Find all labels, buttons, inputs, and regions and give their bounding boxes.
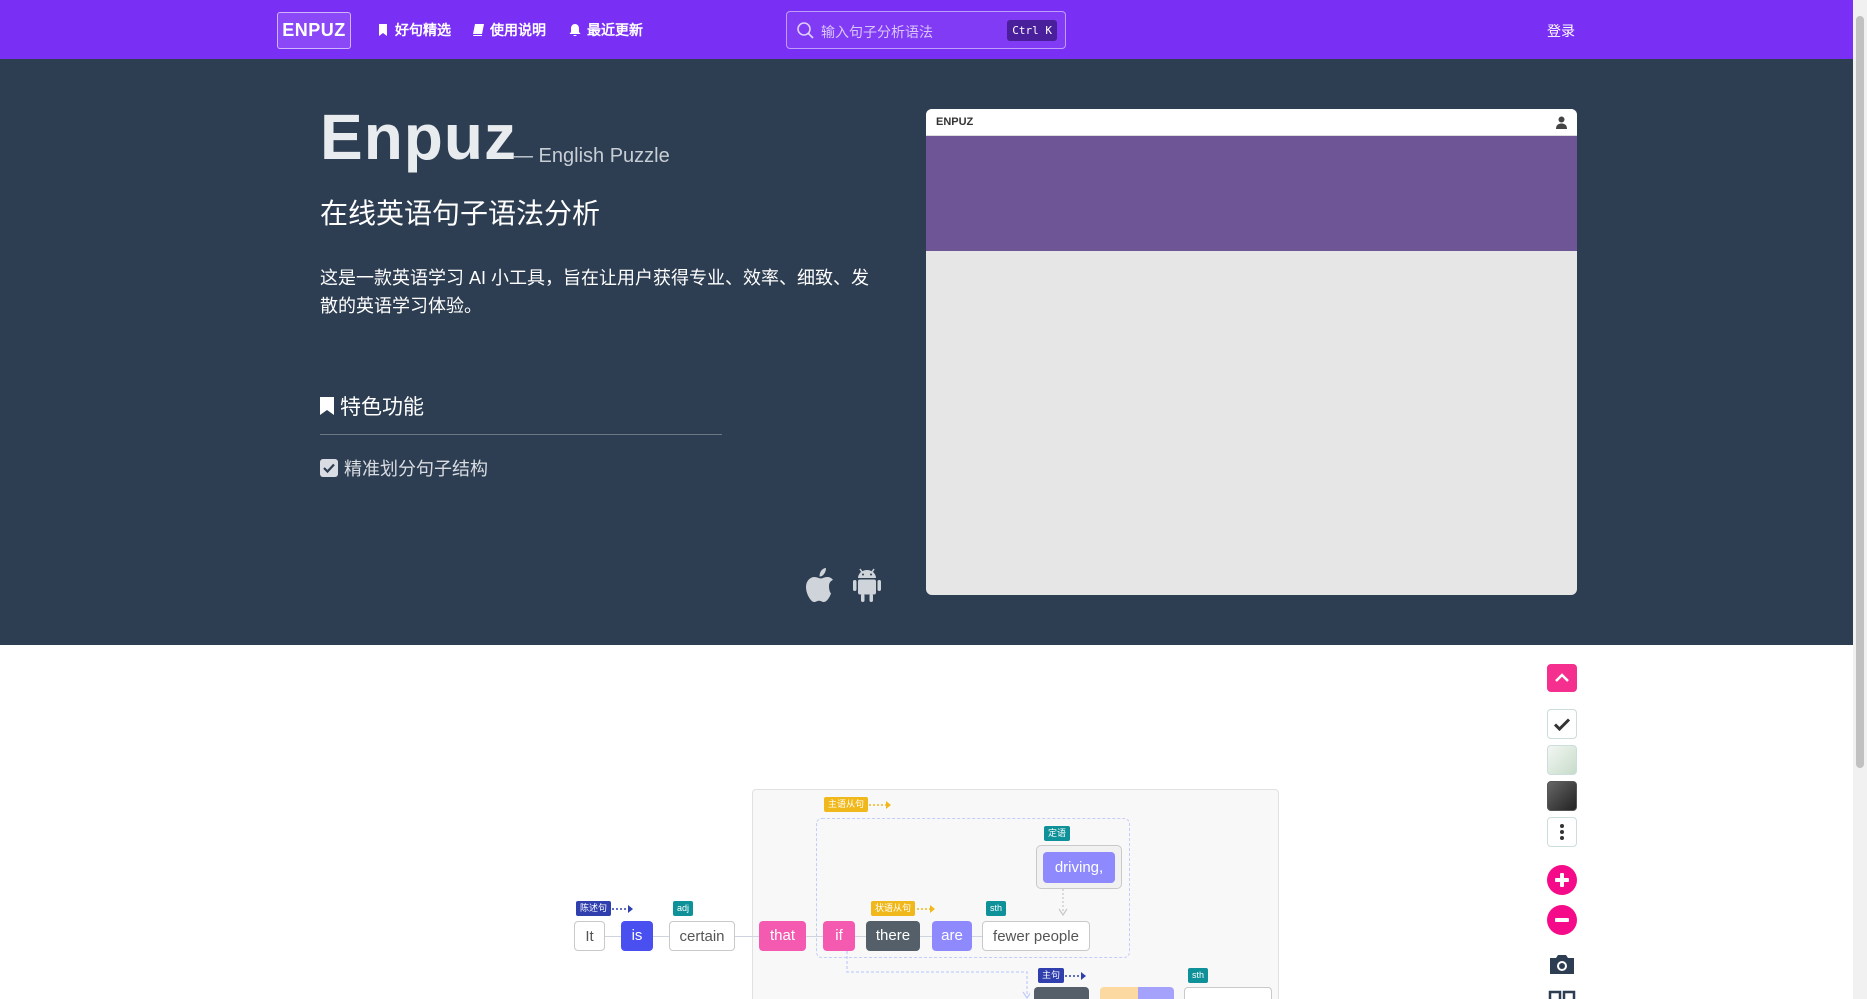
light-theme-button[interactable] bbox=[1547, 745, 1577, 775]
dotted-arrow-icon bbox=[913, 905, 935, 913]
scrollbar-thumb[interactable] bbox=[1856, 16, 1864, 768]
check-icon bbox=[1553, 718, 1571, 732]
word-node-partial bbox=[1184, 987, 1272, 999]
word-driving[interactable]: driving, bbox=[1043, 852, 1115, 883]
search-icon bbox=[797, 22, 814, 39]
preview-titlebar: ENPUZ bbox=[926, 109, 1577, 136]
preview-title: ENPUZ bbox=[936, 116, 974, 128]
word-it[interactable]: It bbox=[574, 921, 605, 951]
check-mode-button[interactable] bbox=[1547, 709, 1577, 739]
connector-line bbox=[605, 936, 621, 937]
checkbox-checked-icon bbox=[320, 459, 338, 477]
search-placeholder: 输入句子分析语法 bbox=[821, 24, 933, 40]
minus-icon bbox=[1555, 918, 1569, 922]
screenshot-button[interactable] bbox=[1547, 951, 1577, 979]
tag-attributive: 定语 bbox=[1044, 826, 1071, 841]
features-heading: 特色功能 bbox=[320, 391, 424, 421]
dark-theme-button[interactable] bbox=[1547, 781, 1577, 811]
word-there[interactable]: there bbox=[866, 921, 920, 951]
tag-sth: sth bbox=[986, 901, 1007, 916]
connector-line bbox=[735, 936, 759, 937]
zoom-out-button[interactable] bbox=[1547, 905, 1577, 935]
user-icon bbox=[1556, 116, 1567, 129]
nav-link-featured-sentences[interactable]: 好句精选 bbox=[377, 20, 451, 40]
feature-item-label: 精准划分句子结构 bbox=[344, 459, 488, 479]
qrcode-icon bbox=[1548, 990, 1576, 999]
connector-line bbox=[920, 936, 932, 937]
nav-link-instructions[interactable]: 使用说明 bbox=[472, 20, 546, 40]
word-node-partial bbox=[1138, 987, 1174, 999]
word-if[interactable]: if bbox=[823, 921, 855, 951]
dotted-arrow-icon bbox=[1065, 972, 1086, 980]
bell-icon bbox=[569, 24, 581, 36]
nav-link-label: 最近更新 bbox=[587, 22, 643, 38]
preview-banner bbox=[926, 136, 1577, 251]
tag-sth: sth bbox=[1188, 968, 1209, 983]
nav-link-label: 好句精选 bbox=[395, 22, 451, 38]
dashed-link-icon bbox=[1058, 889, 1068, 917]
tag-main-clause: 主句 bbox=[1038, 968, 1065, 983]
connector-line bbox=[653, 936, 669, 937]
book-icon bbox=[473, 24, 484, 36]
dashed-link-icon bbox=[846, 951, 1030, 999]
divider bbox=[320, 434, 722, 435]
word-node-partial bbox=[1034, 987, 1089, 999]
bookmark-icon bbox=[379, 24, 387, 36]
scroll-to-top-button[interactable] bbox=[1547, 664, 1577, 692]
chevron-up-icon bbox=[1555, 673, 1569, 682]
connector-line bbox=[855, 936, 866, 937]
word-is[interactable]: is bbox=[621, 921, 653, 951]
dotted-arrow-icon bbox=[869, 801, 891, 809]
plus-icon bbox=[1555, 873, 1569, 887]
apple-icon[interactable] bbox=[802, 566, 836, 604]
word-certain[interactable]: certain bbox=[669, 921, 735, 951]
nav-link-label: 使用说明 bbox=[490, 22, 546, 38]
android-icon[interactable] bbox=[850, 566, 884, 604]
feature-item: 精准划分句子结构 bbox=[320, 455, 488, 481]
camera-icon bbox=[1550, 955, 1574, 974]
tag-adj: adj bbox=[673, 901, 694, 916]
brand-subtitle: — English Puzzle bbox=[513, 145, 670, 167]
search-box[interactable]: 输入句子分析语法 Ctrl K bbox=[786, 11, 1066, 49]
nav-link-updates[interactable]: 最近更新 bbox=[569, 20, 643, 40]
tag-adverbial-clause: 状语从句 bbox=[871, 901, 916, 916]
brand-title: Enpuz bbox=[320, 101, 517, 173]
login-link[interactable]: 登录 bbox=[1547, 21, 1575, 41]
hero-description: 这是一款英语学习 AI 小工具，旨在让用户获得专业、效率、细致、发散的英语学习体… bbox=[320, 268, 870, 316]
qrcode-button[interactable] bbox=[1547, 990, 1577, 999]
dotted-arrow-icon bbox=[612, 905, 633, 913]
connector-line bbox=[806, 936, 823, 937]
word-node-partial bbox=[1100, 987, 1140, 999]
more-vertical-icon bbox=[1560, 824, 1564, 840]
features-heading-label: 特色功能 bbox=[340, 396, 424, 419]
tag-subject-clause: 主语从句 bbox=[824, 797, 869, 812]
word-fewer-people[interactable]: fewer people bbox=[982, 921, 1090, 951]
bookmark-icon bbox=[320, 397, 334, 415]
tag-declarative: 陈述句 bbox=[576, 901, 612, 916]
search-shortcut-badge: Ctrl K bbox=[1007, 20, 1057, 41]
page-scrollbar[interactable] bbox=[1853, 0, 1867, 999]
zoom-in-button[interactable] bbox=[1547, 865, 1577, 895]
top-navbar: ENPUZ 好句精选 使用说明 最近更新 输入句子分析语法 Ctrl K 登录 bbox=[0, 0, 1853, 59]
word-that[interactable]: that bbox=[759, 921, 806, 951]
more-options-button[interactable] bbox=[1547, 817, 1577, 847]
app-preview-window: ENPUZ bbox=[926, 109, 1577, 595]
page-subtitle: 在线英语句子语法分析 bbox=[320, 198, 601, 229]
word-are[interactable]: are bbox=[932, 921, 972, 951]
connector-line bbox=[972, 936, 982, 937]
site-logo[interactable]: ENPUZ bbox=[277, 12, 351, 49]
